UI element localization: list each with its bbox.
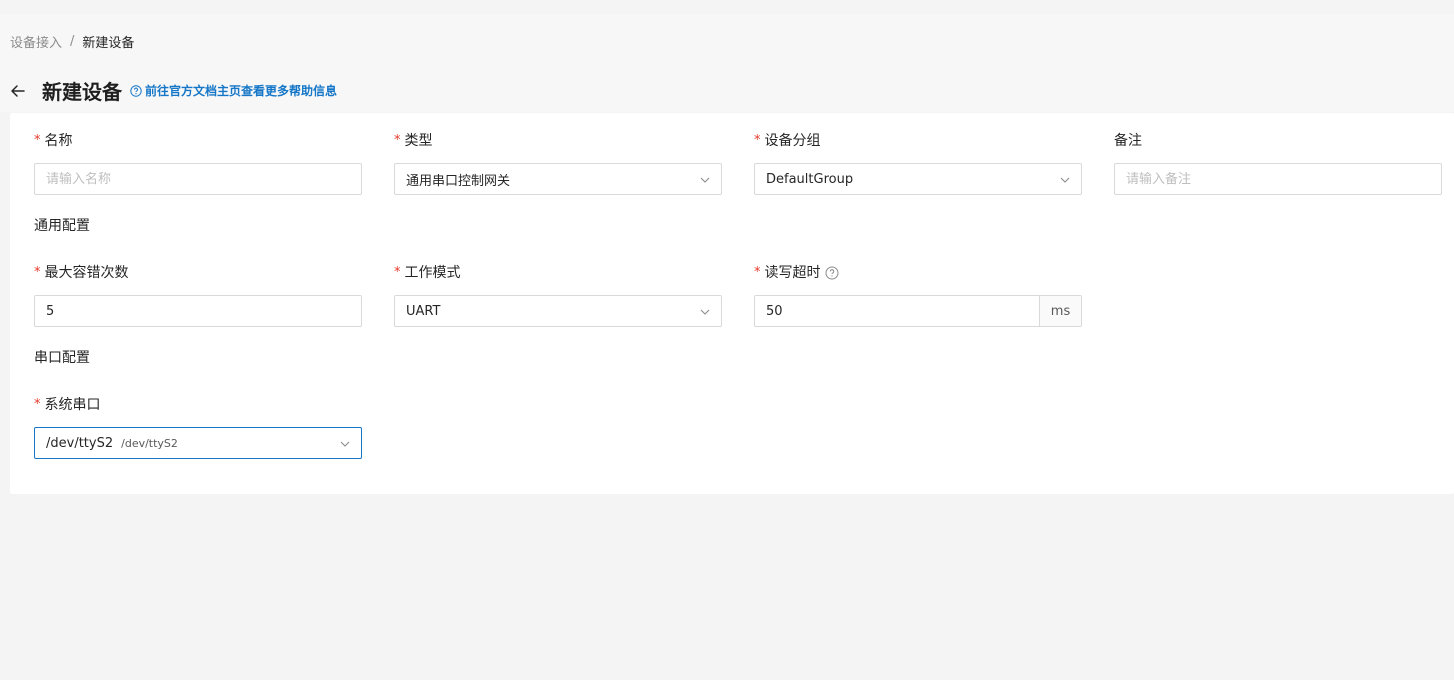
required-mark: * [754, 265, 761, 280]
rw-timeout-input-wrapper: ms [754, 295, 1082, 327]
max-retry-label: 最大容错次数 [44, 265, 129, 281]
sys-serial-label: 系统串口 [44, 397, 101, 413]
required-mark: * [394, 265, 401, 280]
required-mark: * [394, 133, 401, 148]
breadcrumb-current: 新建设备 [82, 36, 135, 51]
sys-serial-select[interactable]: /dev/ttyS2 /dev/ttyS2 [34, 427, 362, 459]
page-title: 新建设备 [42, 80, 122, 104]
rw-timeout-label: 读写超时 [764, 265, 821, 281]
rw-timeout-input[interactable] [766, 303, 1036, 319]
remark-field: 备注 [1114, 131, 1442, 195]
unit-addon: ms [1039, 296, 1081, 326]
remark-label: 备注 [1114, 133, 1142, 149]
help-link[interactable]: 前往官方文档主页查看更多帮助信息 [130, 82, 337, 99]
question-circle-icon[interactable] [825, 266, 839, 280]
name-input-wrapper [34, 163, 362, 195]
type-select[interactable]: 通用串口控制网关 [394, 163, 722, 195]
question-circle-icon [130, 84, 142, 97]
serial-config-section-title: 串口配置 [34, 350, 90, 366]
remark-input-wrapper [1114, 163, 1442, 195]
sys-serial-select-value: /dev/ttyS2 [46, 435, 114, 451]
type-field: * 类型 通用串口控制网关 [394, 131, 722, 195]
type-label: 类型 [404, 133, 433, 149]
max-retry-input-wrapper [34, 295, 362, 327]
required-mark: * [34, 133, 41, 148]
chevron-down-icon [339, 438, 351, 450]
help-link-text: 前往官方文档主页查看更多帮助信息 [145, 84, 338, 98]
type-select-value: 通用串口控制网关 [406, 173, 511, 189]
general-config-section-title: 通用配置 [34, 218, 90, 234]
group-select-value: DefaultGroup [766, 171, 854, 187]
name-input[interactable] [46, 171, 350, 187]
name-field: * 名称 [34, 131, 362, 195]
breadcrumb-separator: / [70, 34, 75, 49]
work-mode-select[interactable]: UART [394, 295, 722, 327]
required-mark: * [34, 265, 41, 280]
sys-serial-field: * 系统串口 /dev/ttyS2 /dev/ttyS2 [34, 395, 362, 459]
required-mark: * [754, 133, 761, 148]
work-mode-select-value: UART [406, 303, 441, 319]
remark-input[interactable] [1126, 171, 1430, 187]
required-mark: * [34, 397, 41, 412]
max-retry-input[interactable] [46, 303, 350, 319]
group-label: 设备分组 [764, 133, 821, 149]
chevron-down-icon [699, 306, 711, 318]
work-mode-label: 工作模式 [404, 265, 461, 281]
max-retry-field: * 最大容错次数 [34, 263, 362, 327]
page-header: 设备接入 / 新建设备 新建设备 前往官方文档主页查看更多帮助信息 [0, 14, 1454, 112]
back-arrow-icon[interactable] [10, 83, 26, 99]
name-label: 名称 [44, 133, 73, 149]
group-select[interactable]: DefaultGroup [754, 163, 1082, 195]
form-card: *名称 *类型 通用串口控制网关 *设备分组 DefaultGroup 备注 通… [10, 113, 1454, 494]
chevron-down-icon [1059, 174, 1071, 186]
title-row: 新建设备 前往官方文档主页查看更多帮助信息 [10, 76, 337, 105]
work-mode-field: * 工作模式 UART [394, 263, 722, 327]
sys-serial-select-subtext: /dev/ttyS2 [121, 436, 178, 450]
chevron-down-icon [699, 174, 711, 186]
group-field: * 设备分组 DefaultGroup [754, 131, 1082, 195]
rw-timeout-field: * 读写超时 ms [754, 263, 1082, 327]
breadcrumb: 设备接入 / 新建设备 [10, 32, 134, 51]
breadcrumb-parent[interactable]: 设备接入 [10, 32, 62, 51]
